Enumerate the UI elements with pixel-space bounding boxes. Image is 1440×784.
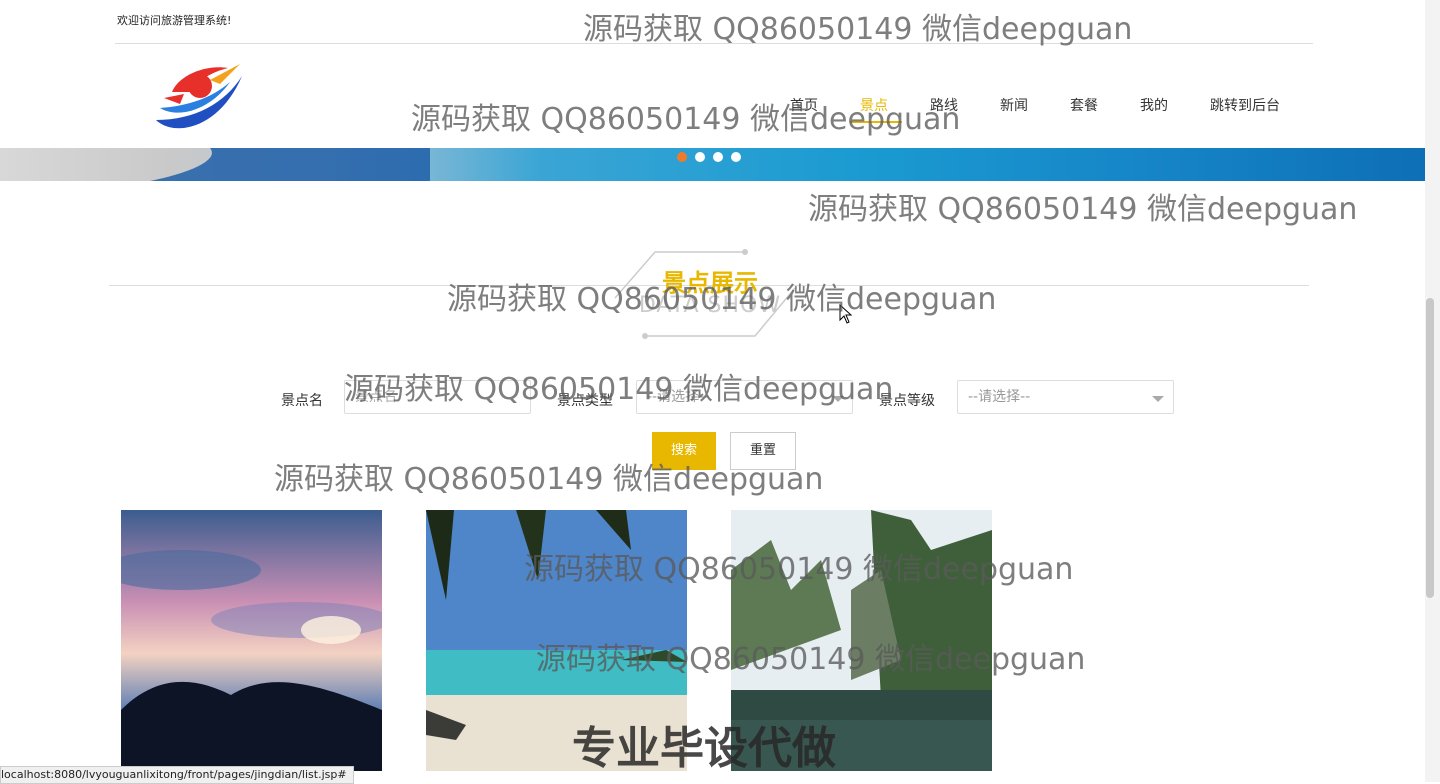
watermark-text: 源码获取 QQ86050149 微信deepguan (411, 102, 961, 137)
watermark-text: 源码获取 QQ86050149 微信deepguan (447, 282, 997, 317)
attraction-card[interactable] (121, 510, 382, 771)
nav-admin[interactable]: 跳转到后台 (1210, 95, 1280, 115)
watermark-text: 源码获取 QQ86050149 微信deepguan (536, 642, 1086, 677)
watermark-banner-text: 专业毕设代做 (572, 723, 836, 774)
scrollbar-thumb[interactable] (1426, 298, 1434, 598)
watermark-text: 源码获取 QQ86050149 微信deepguan (344, 372, 894, 407)
carousel-dot[interactable] (731, 152, 741, 162)
attraction-image (121, 510, 382, 771)
watermark-text: 源码获取 QQ86050149 微信deepguan (274, 462, 824, 497)
welcome-text: 欢迎访问旅游管理系统! (117, 14, 232, 27)
nav-mine[interactable]: 我的 (1140, 95, 1168, 115)
carousel-dot[interactable] (677, 152, 687, 162)
banner-wave (150, 148, 430, 181)
chevron-down-icon (1152, 396, 1164, 402)
carousel-banner[interactable] (0, 148, 1425, 181)
status-bar-url: localhost:8080/lvyouguanlixitong/front/p… (0, 766, 354, 784)
watermark-text: 源码获取 QQ86050149 微信deepguan (808, 192, 1358, 227)
logo-icon[interactable] (150, 58, 250, 136)
watermark-text: 源码获取 QQ86050149 微信deepguan (583, 12, 1133, 47)
carousel-dot[interactable] (695, 152, 705, 162)
nav-news[interactable]: 新闻 (1000, 95, 1028, 115)
carousel-dot[interactable] (713, 152, 723, 162)
name-label: 景点名 (281, 393, 323, 409)
level-select[interactable]: --请选择-- (957, 380, 1174, 414)
nav-packages[interactable]: 套餐 (1070, 95, 1098, 115)
level-select-value: --请选择-- (968, 389, 1031, 405)
watermark-text: 源码获取 QQ86050149 微信deepguan (524, 552, 1074, 587)
